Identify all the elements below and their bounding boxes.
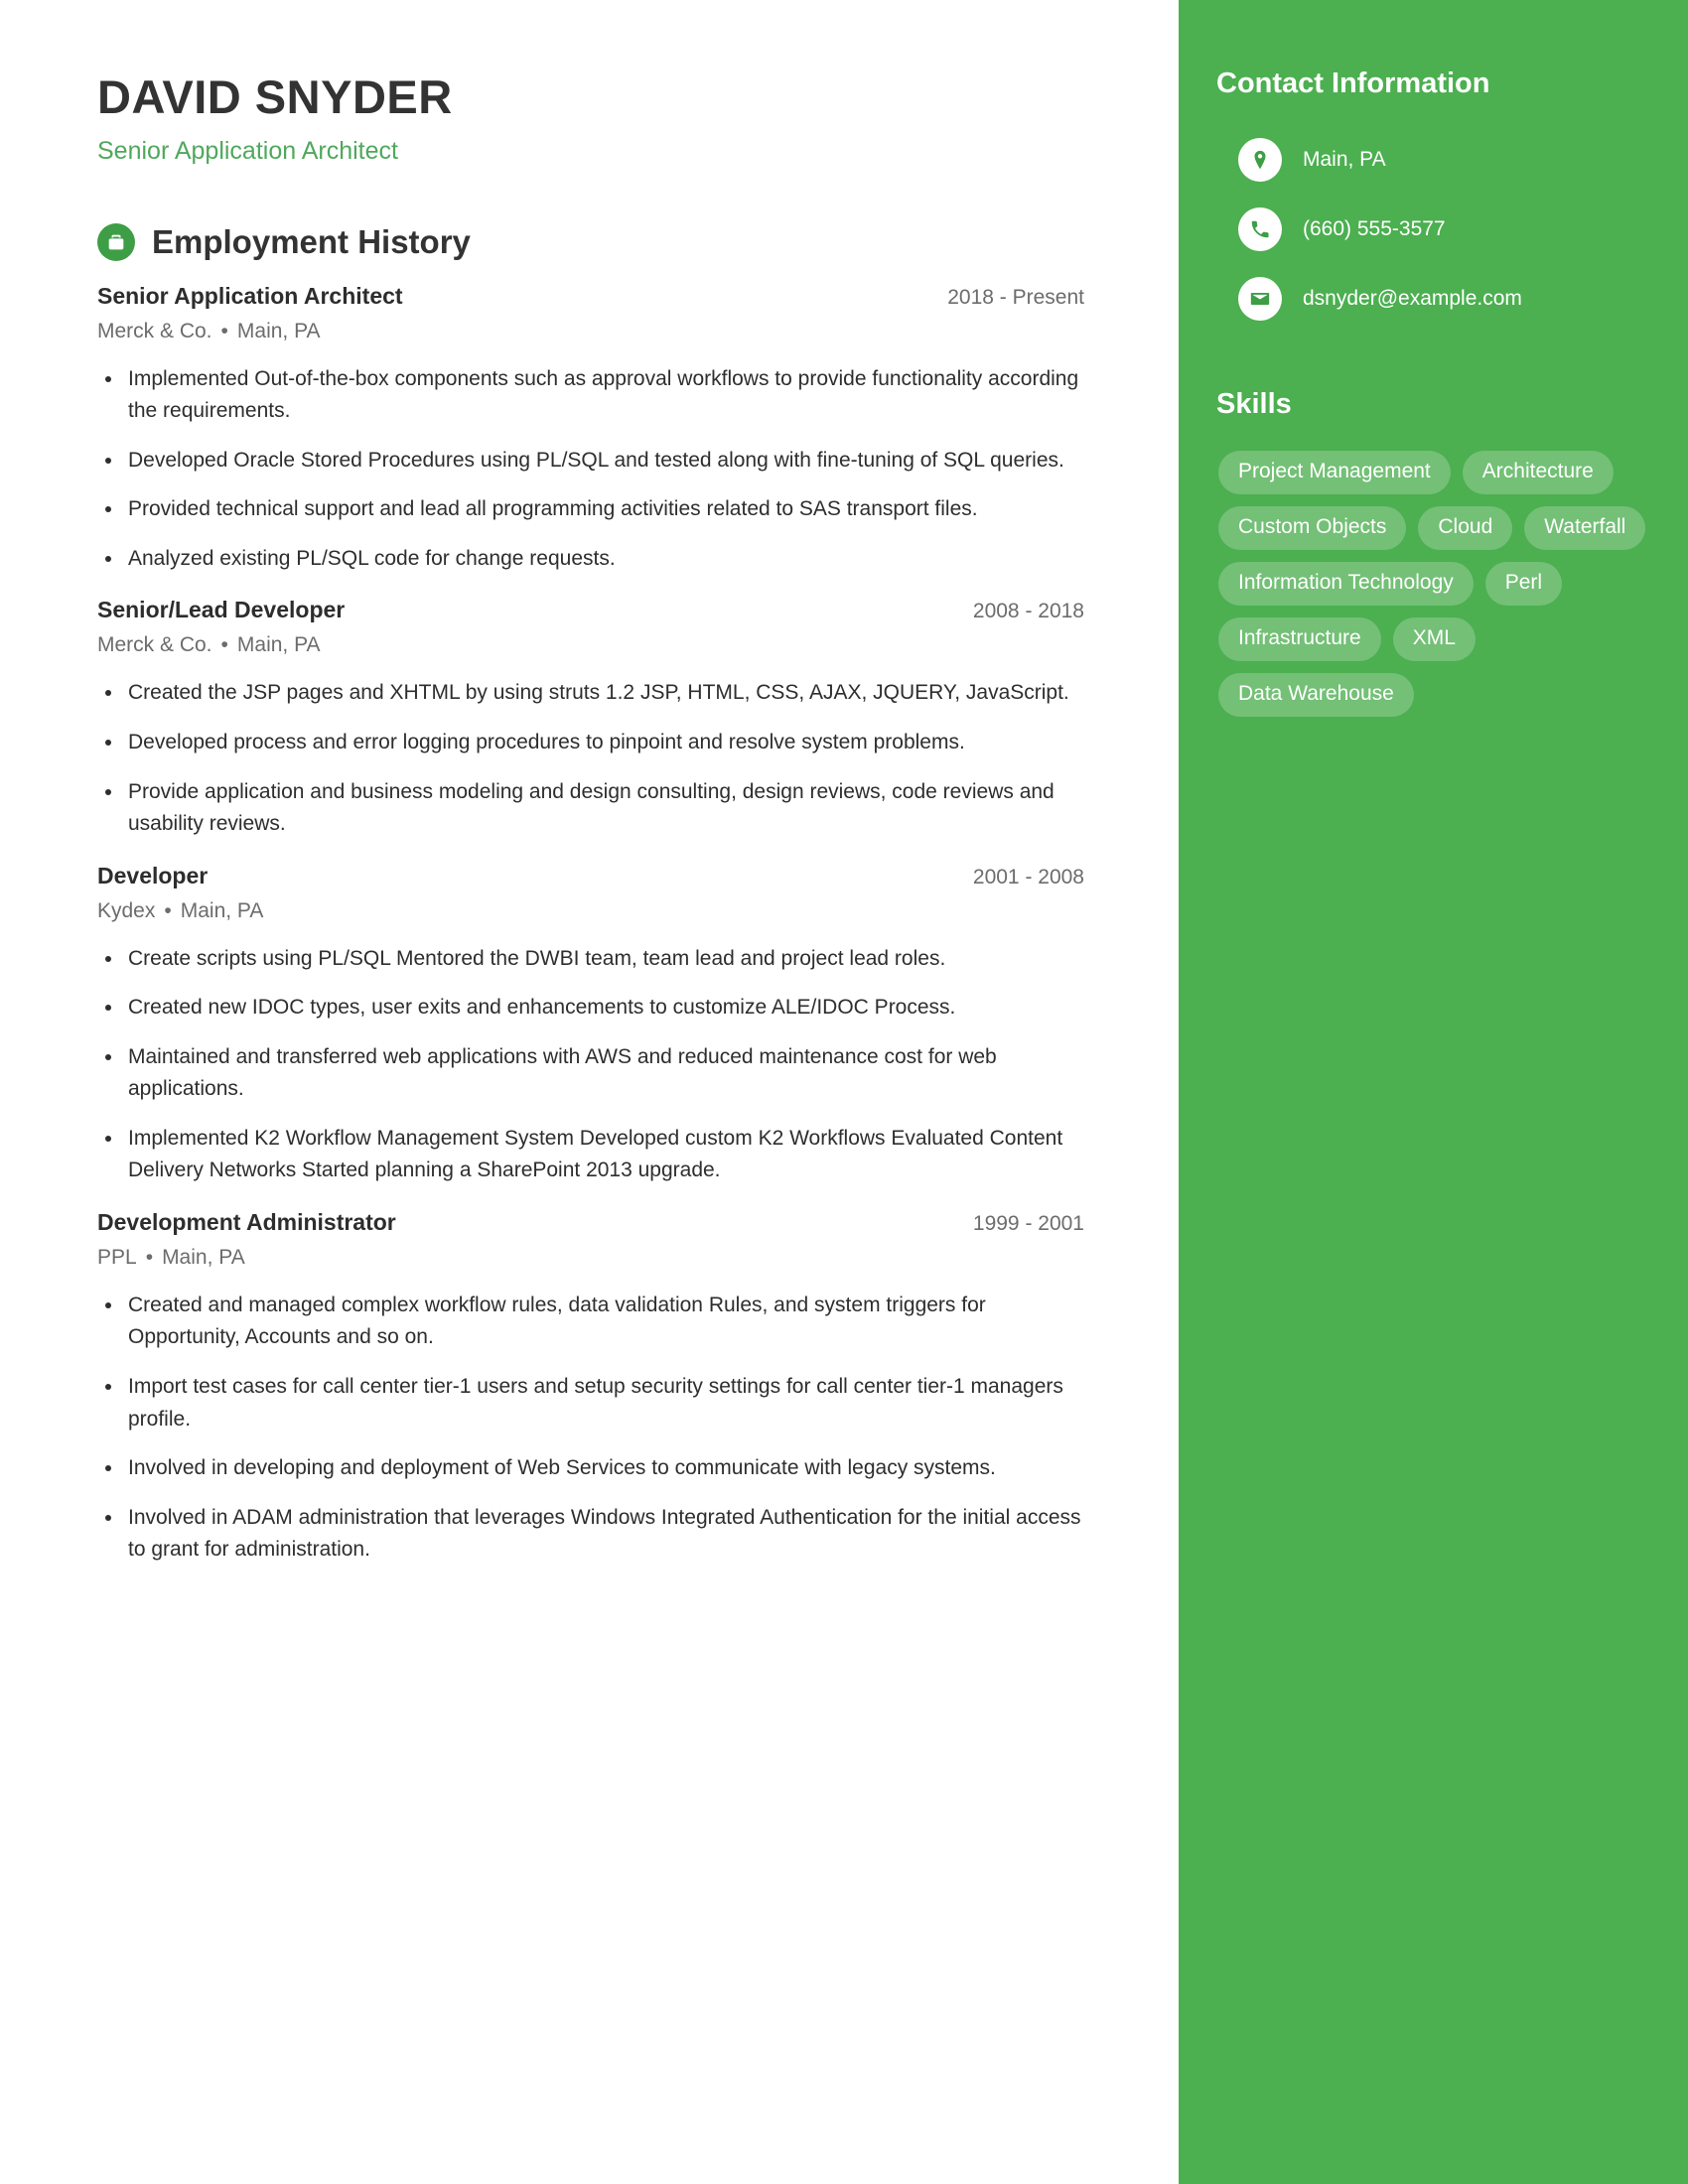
contact-item[interactable]: Main, PA xyxy=(1238,138,1648,182)
employment-section-header: Employment History xyxy=(97,222,1084,261)
job-title: Senior/Lead Developer xyxy=(97,597,346,623)
job-bullet-list: Created and managed complex workflow rul… xyxy=(97,1290,1084,1567)
skills-section-title: Skills xyxy=(1216,388,1292,420)
sidebar: Contact Information Main, PA (660) 555-35… xyxy=(1179,0,1688,2184)
briefcase-icon xyxy=(97,222,135,261)
headline-subtitle: Senior Application Architect xyxy=(97,136,398,165)
job-location: Main, PA xyxy=(180,898,264,922)
job-bullet: Implemented Out-of-the-box components su… xyxy=(97,363,1084,428)
job-list: Senior Application Architect 2018 - Prese… xyxy=(97,283,1084,1567)
contact-value: dsnyder@example.com xyxy=(1303,287,1522,310)
job-bullet: Involved in ADAM administration that lev… xyxy=(97,1502,1084,1567)
job-bullet: Create scripts using PL/SQL Mentored the… xyxy=(97,943,1084,976)
skill-pill: Waterfall xyxy=(1524,506,1646,550)
job-bullet: Provided technical support and lead all … xyxy=(97,493,1084,526)
skill-pill: Information Technology xyxy=(1218,562,1474,606)
job-location: Main, PA xyxy=(236,633,321,657)
main-column: DAVID SNYDER Senior Application Architec… xyxy=(0,0,1179,2184)
job-title: Developer xyxy=(97,862,209,888)
job-company: PPL xyxy=(97,1245,137,1269)
contact-section-title: Contact Information xyxy=(1216,68,1490,99)
job-bullet-list: Created the JSP pages and XHTML by using… xyxy=(97,677,1084,840)
skill-pill: Project Management xyxy=(1218,451,1451,494)
envelope-icon xyxy=(1238,277,1282,321)
meta-separator: • xyxy=(145,1245,154,1269)
job-bullet-list: Create scripts using PL/SQL Mentored the… xyxy=(97,943,1084,1187)
job-title: Development Administrator xyxy=(97,1208,396,1235)
employment-section-title: Employment History xyxy=(152,222,471,260)
job-bullet: Created the JSP pages and XHTML by using… xyxy=(97,677,1084,710)
job-company: Kydex xyxy=(97,898,156,922)
job-company-location: Kydex • Main, PA xyxy=(97,899,1084,923)
phone-icon xyxy=(1238,207,1282,251)
job-location: Main, PA xyxy=(162,1245,245,1269)
skill-pill: Infrastructure xyxy=(1218,617,1381,661)
location-pin-icon xyxy=(1238,138,1282,182)
job-bullet: Created new IDOC types, user exits and e… xyxy=(97,992,1084,1024)
job-bullet: Analyzed existing PL/SQL code for change… xyxy=(97,543,1084,576)
skill-pill: Custom Objects xyxy=(1218,506,1407,550)
job-bullet: Involved in developing and deployment of… xyxy=(97,1452,1084,1485)
resume-page: DAVID SNYDER Senior Application Architec… xyxy=(0,0,1688,2184)
meta-separator: • xyxy=(220,633,228,657)
job-bullet: Import test cases for call center tier-1… xyxy=(97,1371,1084,1435)
skill-pill: Cloud xyxy=(1418,506,1513,550)
job-bullet: Developed process and error logging proc… xyxy=(97,727,1084,759)
job-company-location: PPL • Main, PA xyxy=(97,1246,1084,1270)
skill-pill: Architecture xyxy=(1462,451,1614,494)
job-header-row: Senior/Lead Developer 2008 - 2018 xyxy=(97,597,1084,623)
contact-list: Main, PA (660) 555-3577 dsnyder@example.co… xyxy=(1238,138,1648,321)
job-dates: 2018 - Present xyxy=(947,285,1084,309)
job-bullet: Created and managed complex workflow rul… xyxy=(97,1290,1084,1354)
job-entry: Developer 2001 - 2008 Kydex • Main, PA Create… xyxy=(97,863,1084,1187)
job-bullet: Maintained and transferred web applicati… xyxy=(97,1041,1084,1106)
contact-item[interactable]: dsnyder@example.com xyxy=(1238,277,1648,321)
skill-pill: XML xyxy=(1392,617,1476,661)
contact-value: (660) 555-3577 xyxy=(1303,217,1446,240)
meta-separator: • xyxy=(164,898,172,922)
job-bullet: Implemented K2 Workflow Management Syste… xyxy=(97,1123,1084,1187)
job-dates: 2001 - 2008 xyxy=(972,865,1084,888)
contact-item[interactable]: (660) 555-3577 xyxy=(1238,207,1648,251)
job-bullet: Developed Oracle Stored Procedures using… xyxy=(97,445,1084,478)
job-header-row: Development Administrator 1999 - 2001 xyxy=(97,1209,1084,1236)
job-location: Main, PA xyxy=(236,319,321,342)
contact-value: Main, PA xyxy=(1303,148,1386,171)
job-company-location: Merck & Co. • Main, PA xyxy=(97,320,1084,343)
skills-list: Project Management Architecture Custom Obj… xyxy=(1218,451,1648,717)
meta-separator: • xyxy=(220,319,228,342)
job-entry: Senior/Lead Developer 2008 - 2018 Merck & … xyxy=(97,597,1084,840)
job-company-location: Merck & Co. • Main, PA xyxy=(97,633,1084,657)
job-entry: Development Administrator 1999 - 2001 PPL •… xyxy=(97,1209,1084,1567)
job-dates: 1999 - 2001 xyxy=(972,1211,1084,1235)
job-entry: Senior Application Architect 2018 - Prese… xyxy=(97,283,1084,576)
job-company: Merck & Co. xyxy=(97,319,212,342)
page-title: DAVID SNYDER xyxy=(97,70,453,123)
job-dates: 2008 - 2018 xyxy=(972,600,1084,623)
job-title: Senior Application Architect xyxy=(97,282,403,309)
job-header-row: Developer 2001 - 2008 xyxy=(97,863,1084,889)
skill-pill: Data Warehouse xyxy=(1218,673,1414,717)
skill-pill: Perl xyxy=(1484,562,1563,606)
job-bullet: Provide application and business modelin… xyxy=(97,776,1084,841)
job-header-row: Senior Application Architect 2018 - Prese… xyxy=(97,283,1084,310)
job-company: Merck & Co. xyxy=(97,633,212,657)
job-bullet-list: Implemented Out-of-the-box components su… xyxy=(97,363,1084,576)
